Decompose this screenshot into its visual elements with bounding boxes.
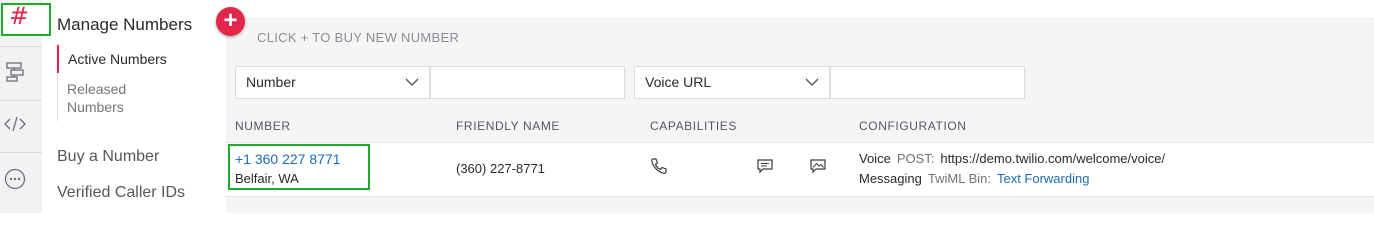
sms-icon (757, 159, 773, 174)
voice-method: POST: (896, 151, 935, 166)
filter-url-value: Voice URL (645, 74, 712, 90)
chevron-down-icon (405, 78, 419, 86)
filter-url-select[interactable]: Voice URL (634, 66, 830, 99)
table-row[interactable] (226, 142, 1374, 197)
phone-number-link[interactable]: +1 360 227 8771 (235, 151, 341, 167)
friendly-name: (360) 227-8771 (456, 161, 545, 176)
voice-config: Voice POST: https://demo.twilio.com/welcom… (859, 151, 1165, 166)
sidebar-item-released-numbers[interactable]: Released Numbers (67, 80, 157, 116)
sidebar-item-buy-a-number[interactable]: Buy a Number (57, 148, 159, 166)
sidebar-item-active-numbers[interactable]: Active Numbers (68, 51, 167, 67)
number-location: Belfair, WA (235, 171, 299, 186)
voice-label: Voice (859, 151, 891, 166)
icon-rail: # (0, 0, 51, 213)
voice-url: https://demo.twilio.com/welcome/voice/ (940, 151, 1166, 166)
column-header-number[interactable]: NUMBER (235, 119, 291, 133)
sidebar-item-verified-caller-ids[interactable]: Verified Caller IDs (57, 184, 185, 202)
messaging-type: TwiML Bin: (927, 171, 991, 186)
numbers-sidebar: Manage Numbers Active Numbers Released N… (42, 0, 206, 213)
rail-divider (0, 46, 42, 47)
buy-number-plus-button[interactable]: + (216, 7, 245, 36)
column-header-capabilities: CAPABILITIES (650, 119, 738, 133)
filter-field-select[interactable]: Number (235, 66, 430, 99)
column-header-friendly-name[interactable]: FRIENDLY NAME (456, 119, 560, 133)
filter-field-value: Number (246, 74, 296, 90)
active-indicator (57, 45, 59, 73)
rail-divider (0, 100, 42, 101)
filter-number-input[interactable] (430, 66, 625, 99)
phone-icon (651, 158, 667, 174)
column-header-configuration: CONFIGURATION (859, 119, 967, 133)
rail-divider (0, 152, 42, 153)
chevron-down-icon (805, 78, 819, 86)
main-content: + CLICK + TO BUY NEW NUMBER Number Voice… (206, 0, 1374, 213)
buy-number-hint: CLICK + TO BUY NEW NUMBER (257, 30, 460, 45)
nav-guide-line (57, 73, 58, 121)
text-forwarding-link[interactable]: Text Forwarding (997, 171, 1089, 186)
code-icon[interactable] (4, 113, 26, 135)
hash-icon-button[interactable]: # (1, 2, 51, 36)
messaging-config: Messaging TwiML Bin: Text Forwarding (859, 171, 1089, 186)
filter-url-input[interactable] (830, 66, 1025, 99)
mms-icon (810, 159, 826, 174)
flow-icon[interactable] (4, 61, 26, 83)
messaging-label: Messaging (859, 171, 922, 186)
sidebar-title: Manage Numbers (57, 15, 193, 34)
hash-icon: # (9, 2, 30, 30)
more-icon[interactable] (4, 168, 26, 190)
